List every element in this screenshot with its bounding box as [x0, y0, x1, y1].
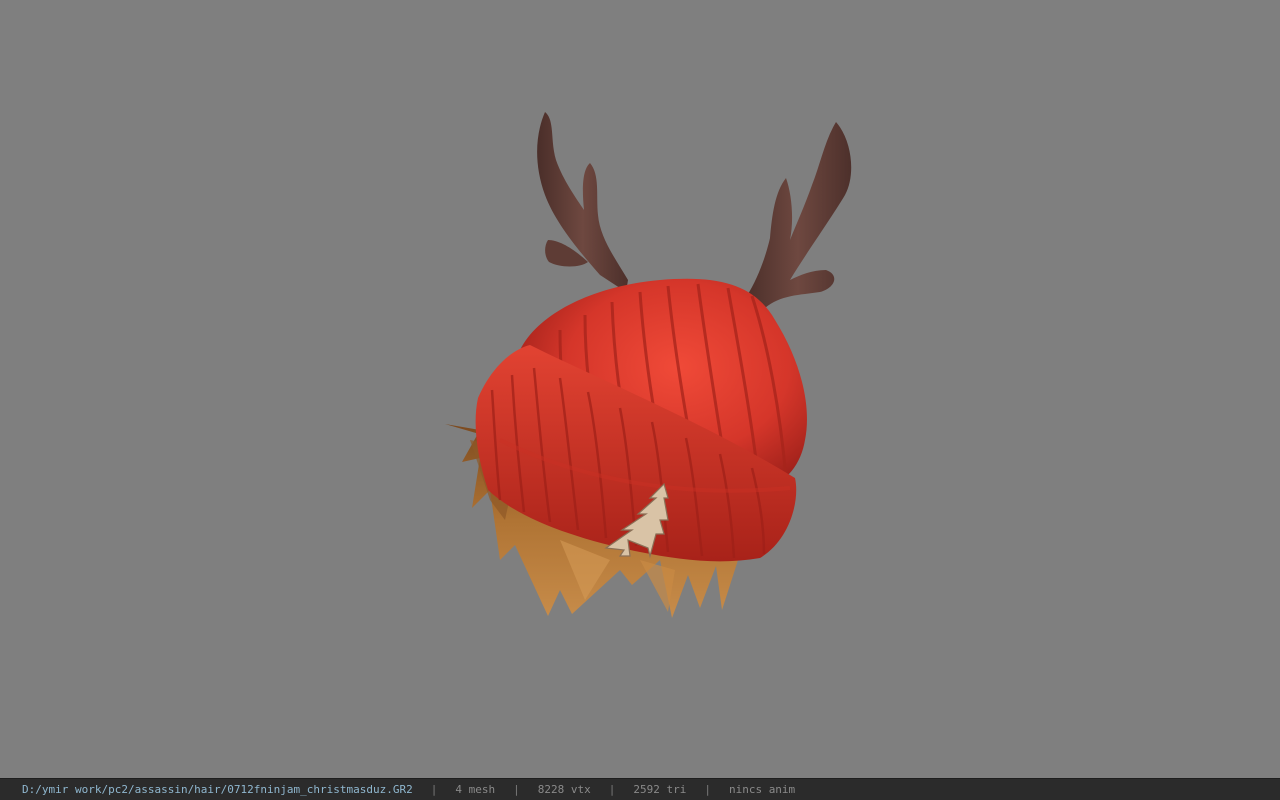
separator: | [430, 783, 438, 796]
separator: | [704, 783, 711, 796]
3d-viewport[interactable] [0, 0, 1280, 778]
mesh-count: 4 mesh [455, 783, 496, 796]
vertex-count: 8228 vtx [537, 783, 591, 796]
model-preview [445, 112, 852, 618]
right-antler [744, 122, 852, 308]
triangle-count: 2592 tri [633, 783, 687, 796]
left-antler [537, 112, 628, 292]
separator: | [513, 783, 520, 796]
animation-status: nincs anim [728, 783, 796, 796]
status-bar: D:/ymir work/pc2/assassin/hair/0712fninj… [0, 778, 1280, 800]
separator: | [608, 783, 616, 796]
file-path: D:/ymir work/pc2/assassin/hair/0712fninj… [22, 783, 413, 796]
